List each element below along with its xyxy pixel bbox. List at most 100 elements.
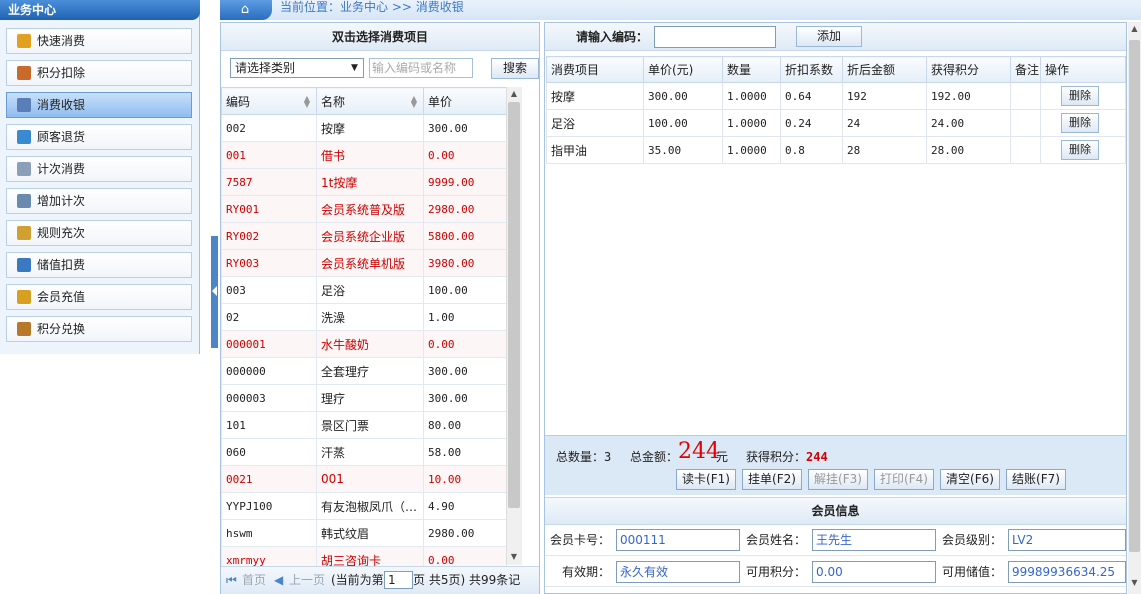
sidebar-item-10[interactable]: 积分兑换 — [6, 316, 192, 342]
sidebar-item-7[interactable]: 规则充次 — [6, 220, 192, 246]
first-page-link[interactable]: 首页 — [242, 572, 266, 588]
cell-name: 水牛酸奶 — [316, 330, 424, 358]
table-row[interactable]: 101 景区门票 80.00 — [221, 411, 507, 439]
cell-price: 0.00 — [423, 141, 507, 169]
table-row[interactable]: RY001 会员系统普及版 2980.00 — [221, 195, 507, 223]
table-row[interactable]: 0021 001 10.00 — [221, 465, 507, 493]
table-row[interactable]: 02 洗澡 1.00 — [221, 303, 507, 331]
cart-table: 消费项目 单价(元) 数量 折扣系数 折后金额 获得积分 备注 操作 按摩 300.00 1.00… — [546, 56, 1126, 164]
total-amount-value: 244 — [678, 439, 720, 464]
table-row[interactable]: 000001 水牛酸奶 0.00 — [221, 330, 507, 358]
sidebar-item-2[interactable]: 积分扣除 — [6, 60, 192, 86]
search-input[interactable]: 输入编码或名称 — [369, 58, 473, 78]
cell-action: 删除 — [1040, 82, 1126, 110]
cell-name: 景区门票 — [316, 411, 424, 439]
scrollbar-thumb[interactable] — [508, 102, 520, 508]
column-header: 操作 — [1040, 56, 1126, 83]
cell-discount: 0.24 — [780, 109, 843, 137]
action-button-1[interactable]: 读卡(F1) — [676, 469, 736, 490]
member-level-field[interactable]: LV2 — [1008, 529, 1126, 551]
prev-page-icon[interactable]: ◀ — [274, 572, 283, 588]
action-button-3[interactable]: 解挂(F3) — [808, 469, 868, 490]
column-header-name[interactable]: 名称 ▲ ▼ — [316, 87, 424, 115]
cell-code: 7587 — [221, 168, 317, 196]
cell-price: 100.00 — [643, 109, 723, 137]
sidebar-item-5[interactable]: 计次消费 — [6, 156, 192, 182]
table-row[interactable]: 000000 全套理疗 300.00 — [221, 357, 507, 385]
column-header: 数量 — [722, 56, 781, 83]
cell-amount: 28 — [842, 136, 927, 164]
cell-name: 001 — [316, 465, 424, 493]
cell-note — [1010, 109, 1041, 137]
cell-price: 58.00 — [423, 438, 507, 466]
table-row[interactable]: 002 按摩 300.00 — [221, 114, 507, 142]
code-input[interactable] — [654, 26, 776, 48]
cell-code: 001 — [221, 141, 317, 169]
available-points-field[interactable]: 0.00 — [812, 561, 936, 583]
sidebar-item-4[interactable]: 顾客退货 — [6, 124, 192, 150]
scroll-down-icon[interactable]: ▼ — [1128, 578, 1141, 587]
delete-button[interactable]: 删除 — [1061, 113, 1099, 133]
sidebar-item-label: 计次消费 — [37, 162, 86, 176]
table-row[interactable]: YYPJ100 有友泡椒凤爪（1… 4.90 — [221, 492, 507, 520]
table-row[interactable]: 000003 理疗 300.00 — [221, 384, 507, 412]
coin-stack-icon — [17, 290, 31, 304]
page-number-input[interactable]: 1 — [384, 571, 413, 589]
cell-points: 28.00 — [926, 136, 1011, 164]
sidebar-item-label: 储值扣费 — [37, 258, 86, 272]
cell-name: 全套理疗 — [316, 357, 424, 385]
search-button[interactable]: 搜索 — [491, 58, 539, 79]
table-row[interactable]: 7587 1t按摩 9999.00 — [221, 168, 507, 196]
sidebar-item-9[interactable]: 会员充值 — [6, 284, 192, 310]
first-page-icon[interactable]: ⏮ — [226, 572, 237, 588]
sidebar-item-6[interactable]: 增加计次 — [6, 188, 192, 214]
action-button-6[interactable]: 结账(F7) — [1006, 469, 1066, 490]
sidebar-item-1[interactable]: 快速消费 — [6, 28, 192, 54]
sort-icon[interactable]: ▲ ▼ — [304, 95, 310, 109]
sidebar-item-label: 增加计次 — [37, 194, 86, 208]
action-button-5[interactable]: 清空(F6) — [940, 469, 1000, 490]
scroll-down-icon[interactable]: ▼ — [506, 550, 522, 564]
card-number-field[interactable]: 000111 — [616, 529, 740, 551]
cell-code: 060 — [221, 438, 317, 466]
cell-note — [1010, 82, 1041, 110]
table-row[interactable]: 001 借书 0.00 — [221, 141, 507, 169]
sort-icon[interactable]: ▲ ▼ — [411, 95, 417, 109]
home-icon[interactable]: ⌂ — [236, 3, 254, 17]
sidebar-item-label: 积分兑换 — [37, 322, 86, 336]
total-qty-label: 总数量： — [556, 450, 605, 464]
available-balance-field[interactable]: 99989936634.25 — [1008, 561, 1126, 583]
cell-note — [1010, 136, 1041, 164]
column-header-code[interactable]: 编码 ▲ ▼ — [221, 87, 317, 115]
table-row[interactable]: hswm 韩式纹眉 2980.00 — [221, 519, 507, 547]
category-select[interactable]: 请选择类别 — [230, 58, 364, 78]
member-level-label: 会员级别： — [942, 533, 1003, 547]
table-row[interactable]: RY002 会员系统企业版 5800.00 — [221, 222, 507, 250]
cell-name: 韩式纹眉 — [316, 519, 424, 547]
table-row[interactable]: RY003 会员系统单机版 3980.00 — [221, 249, 507, 277]
cell-action: 删除 — [1040, 136, 1126, 164]
coins-icon — [17, 34, 31, 48]
scroll-up-icon[interactable]: ▲ — [1128, 24, 1141, 33]
prev-page-link[interactable]: 上一页 — [289, 572, 325, 588]
cell-code: RY001 — [221, 195, 317, 223]
sidebar-item-3[interactable]: 消费收银 — [6, 92, 192, 118]
column-header-price[interactable]: 单价 — [423, 87, 507, 115]
chevron-left-icon[interactable] — [212, 286, 217, 296]
scrollbar-thumb[interactable] — [1129, 40, 1140, 552]
add-button[interactable]: 添加 — [796, 26, 862, 47]
table-row[interactable]: 003 足浴 100.00 — [221, 276, 507, 304]
sidebar-item-8[interactable]: 储值扣费 — [6, 252, 192, 278]
member-name-field[interactable]: 王先生 — [812, 529, 936, 551]
table-row[interactable]: 060 汗蒸 58.00 — [221, 438, 507, 466]
delete-button[interactable]: 删除 — [1061, 86, 1099, 106]
cell-price: 300.00 — [423, 357, 507, 385]
gift-icon — [17, 66, 31, 80]
delete-button[interactable]: 删除 — [1061, 140, 1099, 160]
action-button-4[interactable]: 打印(F4) — [874, 469, 934, 490]
caret-down-icon[interactable]: ▼ — [351, 59, 358, 77]
add-document-icon — [17, 194, 31, 208]
scroll-up-icon[interactable]: ▲ — [506, 87, 522, 101]
expiry-field[interactable]: 永久有效 — [616, 561, 740, 583]
action-button-2[interactable]: 挂单(F2) — [742, 469, 802, 490]
